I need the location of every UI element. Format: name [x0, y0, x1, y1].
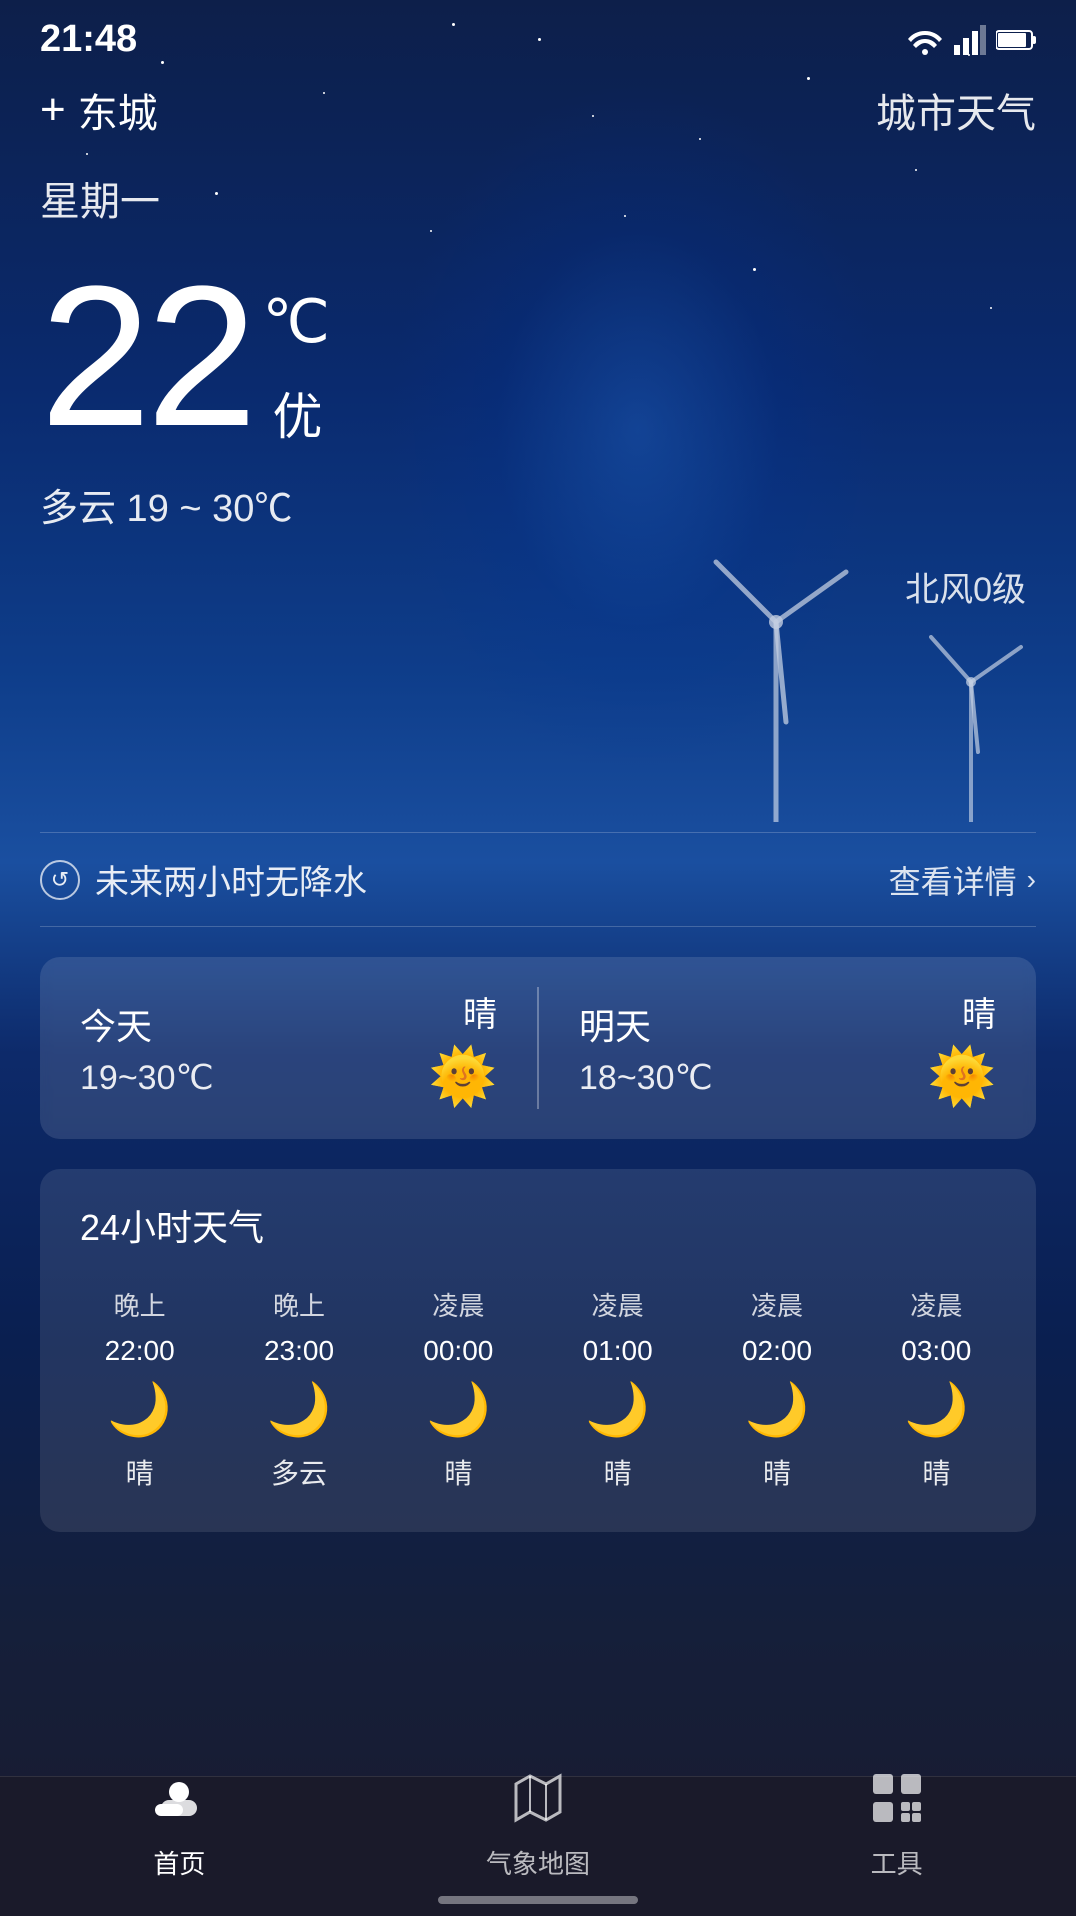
- nav-item-气象地图[interactable]: 气象地图: [359, 1772, 718, 1881]
- hourly-period: 凌晨: [751, 1286, 803, 1323]
- temperature-section: 22 ℃ 优: [0, 227, 1076, 457]
- hourly-weather-icon: 🌙: [107, 1379, 172, 1440]
- wind-turbine-2: [916, 622, 1026, 827]
- hourly-desc: 晴: [922, 1452, 950, 1492]
- hourly-grid: 晚上 22:00 🌙 晴 晚上 23:00 🌙 多云 凌晨 00:00 🌙 晴 …: [60, 1276, 1016, 1502]
- hourly-time: 01:00: [583, 1335, 653, 1367]
- hourly-time: 00:00: [423, 1335, 493, 1367]
- hourly-desc: 多云: [271, 1452, 327, 1492]
- nav-icon-气象地图: [514, 1772, 562, 1836]
- tomorrow-forecast: 明天 18~30℃: [579, 998, 928, 1098]
- temperature-value: 22: [40, 257, 252, 457]
- status-time: 21:48: [40, 18, 137, 61]
- forecast-card: 今天 19~30℃ 晴 🌞 明天 18~30℃ 晴 🌞: [40, 957, 1036, 1139]
- tomorrow-temp: 18~30℃: [579, 1058, 928, 1098]
- hourly-time: 22:00: [105, 1335, 175, 1367]
- wind-label: 北风0级: [905, 562, 1026, 611]
- hourly-time: 02:00: [742, 1335, 812, 1367]
- wifi-icon: [906, 25, 944, 55]
- tomorrow-label: 明天: [579, 998, 928, 1050]
- header: + 东城 城市天气: [0, 71, 1076, 139]
- hourly-item: 凌晨 01:00 🌙 晴: [538, 1276, 697, 1502]
- hourly-weather-icon: 🌙: [904, 1379, 969, 1440]
- hourly-period: 凌晨: [592, 1286, 644, 1323]
- bottom-navigation: 首页 气象地图 工具: [0, 1776, 1076, 1916]
- hourly-weather-icon: 🌙: [267, 1379, 332, 1440]
- nav-label-首页: 首页: [153, 1844, 205, 1881]
- nav-label-气象地图: 气象地图: [486, 1844, 590, 1881]
- today-temp: 19~30℃: [80, 1058, 429, 1098]
- status-icons: [906, 25, 1036, 55]
- nav-icon-首页: [153, 1772, 205, 1836]
- today-weather-icon: 🌞: [429, 1044, 497, 1109]
- forecast-divider: [537, 987, 539, 1109]
- location-area[interactable]: + 东城: [40, 81, 158, 139]
- hourly-period: 凌晨: [432, 1286, 484, 1323]
- wind-turbine-1: [696, 542, 856, 827]
- hourly-desc: 晴: [763, 1452, 791, 1492]
- city-name: 东城: [78, 81, 158, 139]
- hourly-desc: 晴: [604, 1452, 632, 1492]
- hourly-desc: 晴: [444, 1452, 472, 1492]
- hourly-item: 凌晨 00:00 🌙 晴: [379, 1276, 538, 1502]
- nav-icon-工具: [871, 1772, 923, 1836]
- hourly-time: 03:00: [901, 1335, 971, 1367]
- battery-icon: [996, 29, 1036, 51]
- hourly-item: 晚上 22:00 🌙 晴: [60, 1276, 219, 1502]
- hourly-desc: 晴: [126, 1452, 154, 1492]
- signal-icon: [954, 25, 986, 55]
- hourly-item: 凌晨 03:00 🌙 晴: [857, 1276, 1016, 1502]
- precip-text: 未来两小时无降水: [95, 855, 367, 904]
- hourly-item: 凌晨 02:00 🌙 晴: [697, 1276, 856, 1502]
- chevron-right-icon: ›: [1027, 864, 1036, 896]
- weather-description: 多云 19 ~ 30℃: [0, 457, 1076, 532]
- hourly-section: 24小时天气 晚上 22:00 🌙 晴 晚上 23:00 🌙 多云 凌晨 00:…: [40, 1169, 1036, 1532]
- hourly-period: 晚上: [273, 1286, 325, 1323]
- air-quality-label: 优: [272, 377, 329, 449]
- hourly-item: 晚上 23:00 🌙 多云: [219, 1276, 378, 1502]
- hourly-period: 晚上: [114, 1286, 166, 1323]
- wind-area: 北风0级: [0, 542, 1076, 822]
- today-label: 今天: [80, 998, 429, 1050]
- day-of-week: 星期一: [0, 139, 1076, 227]
- page-title: 城市天气: [876, 81, 1036, 139]
- hourly-title: 24小时天气: [60, 1199, 1016, 1276]
- today-icon-area: 晴 🌞: [429, 987, 497, 1109]
- today-forecast: 今天 19~30℃: [80, 998, 429, 1098]
- tomorrow-weather: 晴: [962, 987, 996, 1036]
- nav-label-工具: 工具: [871, 1844, 923, 1881]
- hourly-time: 23:00: [264, 1335, 334, 1367]
- home-indicator: [438, 1896, 638, 1904]
- tomorrow-icon-area: 晴 🌞: [928, 987, 996, 1109]
- hourly-weather-icon: 🌙: [426, 1379, 491, 1440]
- precip-icon: ↺: [40, 860, 80, 900]
- precipitation-bar[interactable]: ↺ 未来两小时无降水 查看详情 ›: [40, 832, 1036, 927]
- precip-detail-link[interactable]: 查看详情 ›: [889, 857, 1036, 903]
- tomorrow-weather-icon: 🌞: [928, 1044, 996, 1109]
- hourly-weather-icon: 🌙: [745, 1379, 810, 1440]
- nav-item-工具[interactable]: 工具: [717, 1772, 1076, 1881]
- temperature-unit: ℃: [262, 287, 329, 357]
- nav-item-首页[interactable]: 首页: [0, 1772, 359, 1881]
- add-city-icon[interactable]: +: [40, 88, 66, 132]
- status-bar: 21:48: [0, 0, 1076, 71]
- precip-info: ↺ 未来两小时无降水: [40, 855, 367, 904]
- today-weather: 晴: [463, 987, 497, 1036]
- hourly-period: 凌晨: [910, 1286, 962, 1323]
- precip-detail-text: 查看详情: [889, 857, 1017, 903]
- hourly-weather-icon: 🌙: [585, 1379, 650, 1440]
